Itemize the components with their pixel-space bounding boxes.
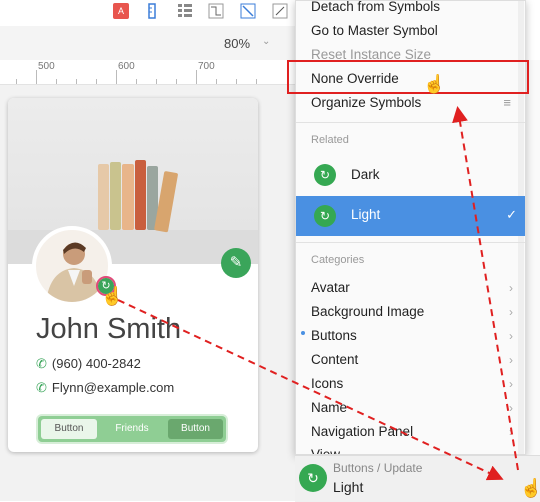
hand-cursor-icon: ☝ (101, 286, 124, 306)
annotation-arrows (117, 106, 519, 481)
hand-cursor-icon: ☝ (423, 74, 446, 94)
hand-cursor-icon: ☝ (520, 478, 540, 498)
